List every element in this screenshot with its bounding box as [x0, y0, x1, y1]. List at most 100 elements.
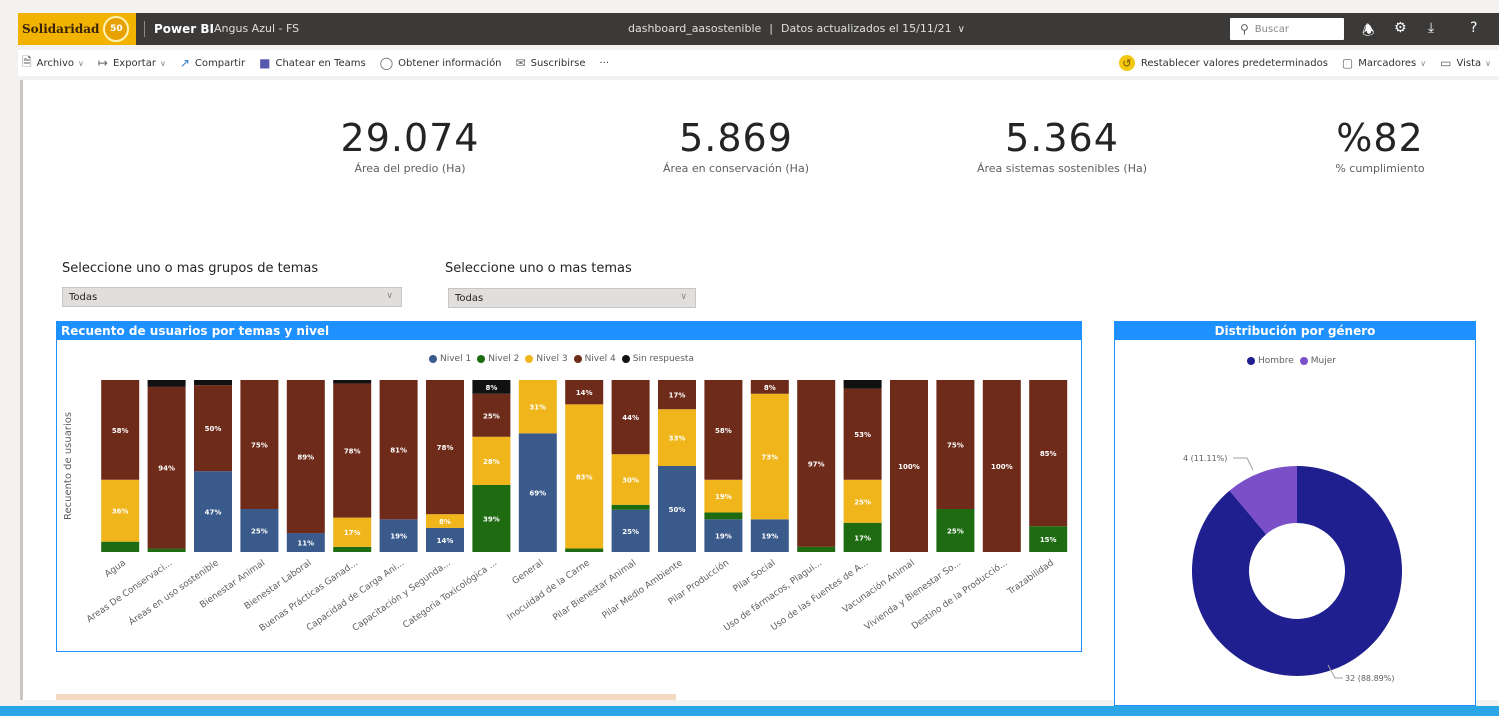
bookmark-icon: ▢ — [1341, 56, 1354, 70]
data-label: 33% — [669, 435, 686, 443]
data-label: 31% — [529, 404, 546, 412]
chart-title: Recuento de usuarios por temas y nivel — [57, 322, 1081, 340]
insights-button[interactable]: ◯ Obtener información — [380, 56, 502, 70]
data-label: 8% — [764, 384, 776, 392]
divider — [144, 21, 145, 37]
more-options-button[interactable]: ··· — [599, 58, 609, 69]
kpi-value: 5.869 — [679, 116, 793, 160]
kpi-value: %82 — [1336, 116, 1424, 160]
data-label: 58% — [112, 427, 129, 435]
category-label: Pilar Medio Ambiente — [601, 558, 685, 621]
action-bar: 🗎 Archivo ∨ ↦ Exportar ∨ ↗ Compartir ■ C… — [18, 50, 1499, 76]
reset-defaults-button[interactable]: ↺ Restablecer valores predeterminados — [1118, 55, 1328, 71]
data-label: 19% — [715, 533, 732, 541]
data-label: 25% — [251, 528, 268, 536]
share-icon: ↗ — [179, 56, 190, 70]
subscribe-label: Suscribirse — [530, 57, 586, 69]
bar-segment[interactable] — [704, 512, 743, 520]
gear-icon[interactable]: ⚙ — [1394, 20, 1407, 36]
bar-segment[interactable] — [333, 546, 372, 552]
data-label: 19% — [390, 533, 407, 541]
data-label: 89% — [297, 454, 314, 462]
teams-chat-button[interactable]: ■ Chatear en Teams — [259, 56, 366, 70]
data-label: 47% — [205, 509, 222, 517]
slice-label-hombre: 32 (88.89%) — [1345, 674, 1394, 683]
bar-segment[interactable] — [565, 548, 604, 552]
data-label: 36% — [112, 508, 129, 516]
data-label: 17% — [669, 392, 686, 400]
leader-line — [1233, 457, 1254, 471]
lightbulb-icon: ◯ — [379, 56, 394, 70]
category-label: Categoria Toxicológica ... — [401, 557, 499, 630]
bar-segment[interactable] — [611, 504, 650, 510]
kpi-label: Área del predio (Ha) — [354, 162, 466, 175]
chevron-down-icon[interactable]: ∨ — [958, 24, 965, 35]
bar-segment[interactable] — [333, 380, 372, 384]
bar-segment[interactable] — [147, 548, 186, 552]
bar-chart-visual[interactable]: Recuento de usuarios por temas y nivel N… — [56, 321, 1082, 652]
bar-segment[interactable] — [797, 546, 836, 552]
bar-segment[interactable] — [194, 380, 232, 386]
data-label: 75% — [947, 442, 964, 450]
bookmarks-menu[interactable]: ▢ Marcadores ∨ — [1342, 56, 1426, 70]
help-icon[interactable]: ? — [1470, 20, 1477, 36]
data-label: 50% — [205, 425, 222, 433]
data-label: 100% — [898, 463, 920, 471]
export-menu[interactable]: ↦ Exportar ∨ — [98, 56, 166, 70]
teams-icon: ■ — [259, 56, 271, 70]
donut-chart-svg: 32 (88.89%) 4 (11.11%) — [1183, 454, 1402, 683]
download-icon[interactable]: ⤓ — [1428, 20, 1434, 36]
data-label: 73% — [761, 454, 778, 462]
kpi-value: 29.074 — [340, 116, 480, 160]
slicer-title-grupos: Seleccione uno o mas grupos de temas — [62, 261, 319, 276]
app-frame: Solidaridad 50 Power BI Angus Azul - FS … — [0, 0, 1499, 716]
chevron-down-icon: ∨ — [1485, 58, 1491, 68]
data-label: 78% — [344, 448, 361, 456]
data-label: 17% — [854, 534, 871, 542]
slicer-grupos-dropdown[interactable]: Todas ∨ — [62, 287, 402, 307]
data-label: 78% — [437, 444, 454, 452]
category-label: Inocuidad de la Carne — [506, 558, 593, 623]
app-name[interactable]: Power BI — [154, 22, 214, 36]
data-label: 25% — [483, 412, 500, 420]
category-label: Pilar Bienestar Animal — [551, 558, 638, 623]
logo-text: Solidaridad — [22, 22, 100, 36]
reset-icon: ↺ — [1118, 55, 1135, 71]
data-label: 25% — [622, 528, 639, 536]
donut-title: Distribución por género — [1115, 322, 1475, 340]
kpi-cumplimiento[interactable]: %82 % cumplimiento — [1290, 116, 1470, 175]
report-title[interactable]: dashboard_aasostenible | Datos actualizado… — [628, 22, 965, 35]
data-label: 19% — [761, 533, 778, 541]
y-axis-label: Recuento de usuarios — [63, 412, 74, 520]
subscribe-button[interactable]: ✉ Suscribirse — [516, 56, 586, 70]
chevron-down-icon: ∨ — [386, 291, 393, 301]
bar-segment[interactable] — [147, 380, 186, 387]
view-menu[interactable]: ▭ Vista ∨ — [1440, 56, 1491, 70]
donut-chart-visual[interactable]: Distribución por género Hombre Mujer 32 … — [1114, 321, 1476, 706]
view-icon: ▭ — [1440, 56, 1452, 70]
kpi-area-sostenible[interactable]: 5.364 Área sistemas sostenibles (Ha) — [952, 116, 1172, 175]
slicer-temas-dropdown[interactable]: Todas ∨ — [448, 288, 696, 308]
bookmarks-label: Marcadores — [1358, 57, 1417, 69]
chevron-down-icon: ∨ — [78, 58, 84, 68]
kpi-area-conservacion[interactable]: 5.869 Área en conservación (Ha) — [626, 116, 846, 175]
reset-label: Restablecer valores predeterminados — [1140, 57, 1328, 69]
share-button[interactable]: ↗ Compartir — [180, 56, 245, 70]
next-visual-edge — [56, 694, 676, 700]
file-menu[interactable]: 🗎 Archivo ∨ — [22, 53, 84, 74]
chevron-down-icon: ∨ — [159, 58, 166, 68]
chevron-down-icon: ∨ — [680, 292, 687, 302]
updated-text: Datos actualizados el 15/11/21 — [781, 22, 952, 35]
bell-icon[interactable]: 🕭 — [1362, 20, 1375, 44]
kpi-area-predio[interactable]: 29.074 Área del predio (Ha) — [300, 116, 520, 175]
teams-label: Chatear en Teams — [275, 57, 366, 69]
search-input[interactable]: ⚲ Buscar — [1230, 18, 1344, 40]
bar-segment[interactable] — [843, 380, 882, 389]
data-label: 44% — [622, 414, 639, 422]
org-logo[interactable]: Solidaridad 50 — [18, 13, 136, 45]
slicer-value: Todas — [455, 292, 484, 304]
data-label: 85% — [1040, 450, 1057, 458]
workspace-name[interactable]: Angus Azul - FS — [214, 22, 299, 35]
bar-segment[interactable] — [101, 541, 140, 552]
data-label: 53% — [854, 431, 871, 439]
